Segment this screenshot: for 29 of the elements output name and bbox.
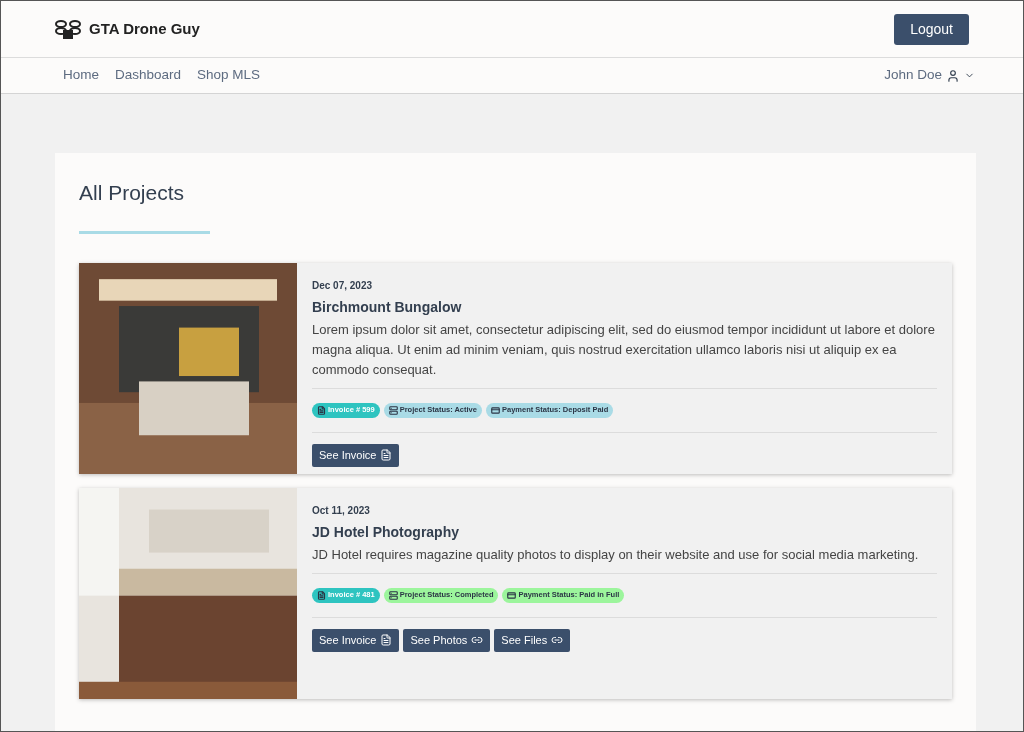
nav-link[interactable]: Home [63, 65, 99, 86]
user-icon [946, 68, 960, 83]
page-title: All Projects [79, 180, 186, 206]
drone-logo-icon [55, 19, 81, 39]
document-icon [380, 449, 393, 461]
brand-name: GTA Drone Guy [89, 18, 200, 39]
project-date: Dec 07, 2023 [312, 278, 374, 293]
action-button[interactable]: See Photos [403, 628, 491, 652]
action-button[interactable]: See Files [494, 628, 571, 652]
nav-link[interactable]: Dashboard [115, 65, 182, 86]
card-icon [490, 405, 500, 415]
server-icon [388, 405, 398, 415]
server-icon [388, 590, 398, 600]
link-icon [551, 634, 564, 646]
action-button[interactable]: See Invoice [312, 443, 400, 467]
nav-link[interactable]: Shop MLS [197, 65, 261, 86]
card-icon [507, 590, 517, 600]
document-icon [380, 634, 393, 646]
project-date: Oct 11, 2023 [312, 503, 371, 518]
project-name: Birchmount Bungalow [312, 297, 463, 317]
link-icon [471, 634, 484, 646]
project-name: JD Hotel Photography [312, 522, 460, 542]
document-icon [317, 590, 326, 600]
project-description: JD Hotel requires magazine quality photos to display on their website and use for social media marketing. [312, 545, 920, 564]
user-menu[interactable]: John Doe [884, 65, 975, 86]
logout-button[interactable]: Logout [894, 13, 969, 45]
action-button[interactable]: See Invoice [312, 628, 400, 652]
project-description: Lorem ipsum dolor sit amet, consectetur adipiscing elit, sed do eiusmod tempor incididunt ut labore et dolore magna aliqua. Ut enim ad minim veniam, quis nostrud exercitation ullamco laboris nisi ut aliquip ex ea commodo consequat. [312, 320, 936, 379]
document-icon [317, 405, 326, 415]
